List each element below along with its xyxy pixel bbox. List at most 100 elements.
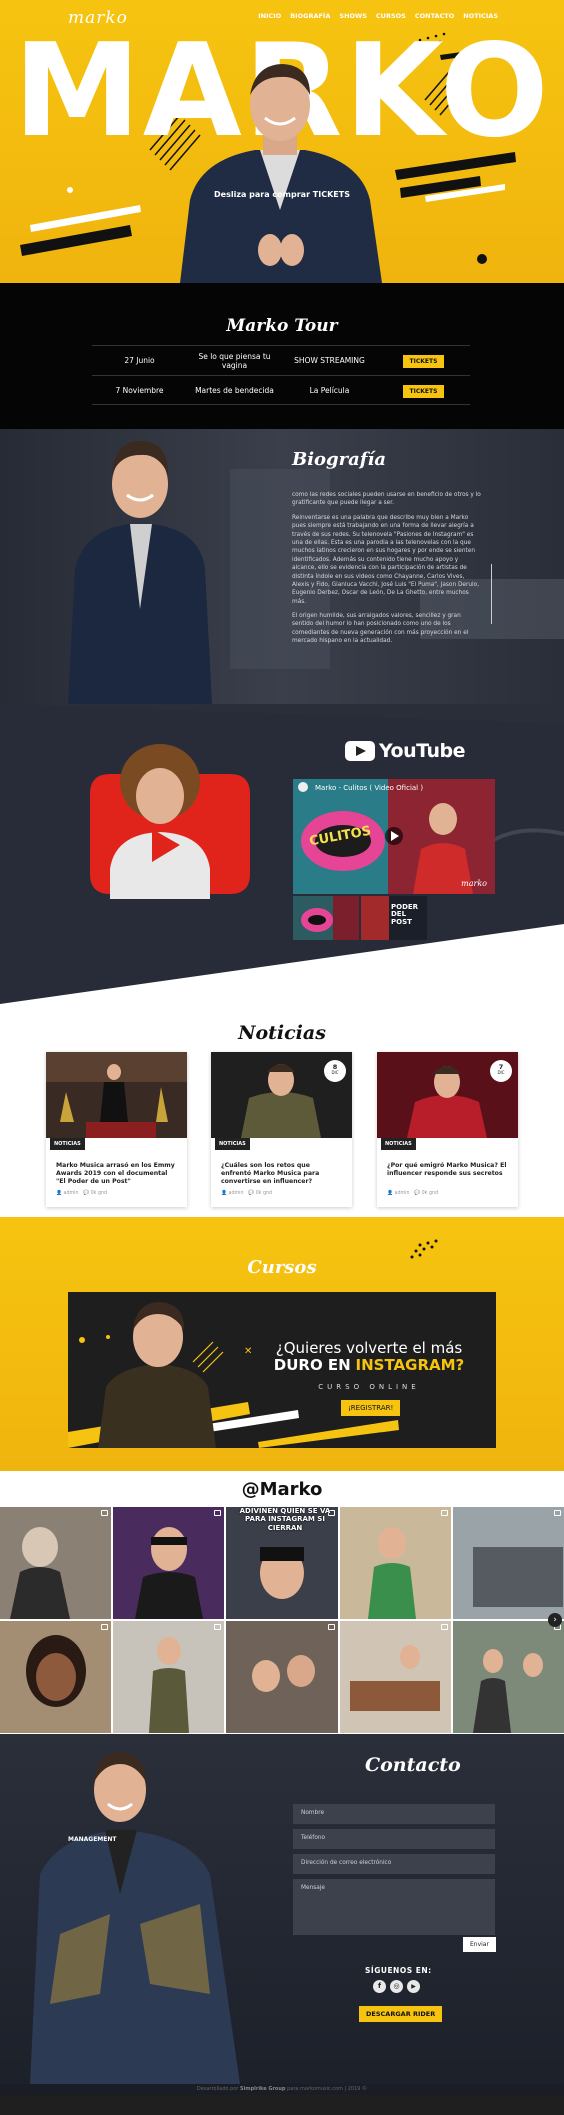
bio-paragraph: como las redes sociales pueden usarse en…	[292, 492, 481, 507]
video-icon	[553, 1510, 561, 1516]
news-date: 8 DIC	[324, 1060, 346, 1082]
video-player[interactable]: Marko - Culitos ( Video Oficial ) CULITO…	[293, 779, 495, 894]
tour-section: Marko Tour 27 Junio Se lo que piensa tu …	[0, 283, 564, 429]
tour-show: Martes de bendecida	[195, 385, 274, 395]
news-headline[interactable]: ¿Cuáles son los retos que enfrentó Marko…	[221, 1162, 341, 1186]
register-button[interactable]: ¡REGISTRAR!	[341, 1400, 401, 1416]
download-rider-button[interactable]: DESCARGAR RIDER	[359, 2006, 443, 2022]
bio-text: como las redes sociales pueden usarse en…	[292, 491, 482, 652]
phone-field[interactable]: Teléfono	[293, 1829, 495, 1849]
news-image	[46, 1052, 187, 1138]
youtube-logo[interactable]: YouTube	[345, 740, 465, 762]
news-month: DIC	[497, 1070, 505, 1076]
instagram-post[interactable]	[226, 1621, 338, 1733]
footer-text-pre: Desarrollado por	[196, 2086, 239, 2092]
tour-show: Se lo que piensa tu vagina	[198, 351, 271, 370]
news-author[interactable]: admin	[395, 1191, 410, 1196]
hero-person-photo	[180, 64, 382, 283]
tour-date: 7 Noviembre	[115, 385, 164, 395]
youtube-play-icon	[345, 741, 375, 761]
instagram-post[interactable]	[0, 1507, 112, 1619]
bio-title: Biografía	[292, 449, 387, 470]
news-comments[interactable]: 0k gnd	[422, 1191, 439, 1196]
news-card[interactable]: 8 DIC NOTICIAS ¿Cuáles son los retos que …	[211, 1052, 352, 1207]
news-card[interactable]: 7 DIC NOTICIAS ¿Por qué emigró Marko Musi…	[377, 1052, 518, 1207]
instagram-caption: ADIVINEN QUIEN SE VA PARA INSTAGRAM SI C…	[239, 1507, 331, 1532]
news-meta: 👤 admin 💬 0k gnd	[56, 1191, 108, 1196]
thumb-title: PODER DEL POST	[391, 903, 419, 926]
video-icon	[214, 1510, 222, 1516]
video-thumb[interactable]: PODER DEL POST	[361, 896, 427, 940]
news-headline[interactable]: Marko Musica arrasó en los Emmy Awards 2…	[56, 1162, 176, 1186]
video-icon	[101, 1624, 109, 1630]
news-section: Noticias NOTICIAS Marko Musica arrasó en…	[0, 1004, 564, 1217]
email-field[interactable]: Dirección de correo electrónico	[293, 1854, 495, 1874]
footer-text-post: para markomusic.com | 2019 ©	[287, 2086, 368, 2092]
video-icon	[440, 1510, 448, 1516]
course-question: ¿Quieres volverte el más DURO EN INSTAGR…	[264, 1339, 474, 1375]
instagram-post[interactable]	[452, 1507, 564, 1619]
news-author[interactable]: admin	[64, 1191, 79, 1196]
footer: Desarrollado por Simplrike Group para ma…	[0, 2084, 564, 2095]
courses-section: Cursos ✕ ¿Quieres volverte el más DURO E…	[0, 1217, 564, 1471]
news-tag[interactable]: NOTICIAS	[50, 1138, 85, 1150]
video-thumb[interactable]	[293, 896, 359, 940]
tickets-button[interactable]: TICKETS	[402, 384, 445, 398]
course-question-line2: DURO EN	[273, 1356, 351, 1375]
hero-section: marko INICIO BIOGRAFÍA SHOWS CURSOS CONT…	[0, 0, 564, 283]
youtube-section: YouTube Marko - Culitos ( Video Oficial …	[0, 704, 564, 1004]
bio-divider	[491, 564, 492, 624]
message-field[interactable]: Mensaje	[293, 1879, 495, 1935]
send-button[interactable]: Enviar	[463, 1937, 496, 1952]
carousel-next-icon[interactable]: ›	[548, 1613, 562, 1627]
course-banner[interactable]: ✕ ¿Quieres volverte el más DURO EN INSTA…	[68, 1292, 496, 1448]
name-field[interactable]: Nombre	[293, 1804, 495, 1824]
news-tag[interactable]: NOTICIAS	[381, 1138, 416, 1150]
instagram-icon[interactable]: ◎	[390, 1980, 403, 1993]
news-month: DIC	[331, 1070, 339, 1076]
news-date: 7 DIC	[490, 1060, 512, 1082]
news-tag[interactable]: NOTICIAS	[215, 1138, 250, 1150]
instagram-title: @Marko	[241, 1479, 323, 1500]
bio-paragraph: El origen humilde, sus arraigados valore…	[292, 613, 469, 645]
news-card[interactable]: NOTICIAS Marko Musica arrasó en los Emmy…	[46, 1052, 187, 1207]
instagram-post[interactable]	[339, 1621, 451, 1733]
tour-title: Marko Tour	[226, 316, 338, 336]
video-icon	[101, 1510, 109, 1516]
tour-row: 7 Noviembre Martes de bendecida La Pelíc…	[92, 375, 470, 405]
news-meta: 👤 admin 💬 0k gnd	[387, 1191, 439, 1196]
instagram-post[interactable]	[339, 1507, 451, 1619]
svg-text:✕: ✕	[244, 1346, 252, 1357]
management-label: MANAGEMENT	[68, 1836, 117, 1843]
facebook-icon[interactable]: f	[373, 1980, 386, 1993]
news-comments[interactable]: 0k gnd	[91, 1191, 108, 1196]
bio-section: Biografía como las redes sociales pueden…	[0, 429, 564, 704]
instagram-post[interactable]	[452, 1621, 564, 1733]
youtube-logo-text: YouTube	[379, 740, 465, 762]
contact-section: MANAGEMENT Contacto Nombre Teléfono Dire…	[0, 1734, 564, 2095]
video-icon	[327, 1624, 335, 1630]
news-headline[interactable]: ¿Por qué emigró Marko Musica? El influen…	[387, 1162, 507, 1178]
follow-label: SÍGUENOS EN:	[365, 1966, 432, 1975]
tour-venue: La Película	[309, 385, 350, 395]
youtube-icon[interactable]: ▶	[407, 1980, 420, 1993]
instagram-post[interactable]	[113, 1507, 225, 1619]
news-comments[interactable]: 0k gnd	[256, 1191, 273, 1196]
tour-venue: SHOW STREAMING	[294, 356, 365, 365]
video-icon	[440, 1624, 448, 1630]
bio-paragraph: Reinventarse es una palabra que describe…	[292, 514, 480, 605]
thumb-image	[293, 896, 359, 940]
instagram-post[interactable]	[113, 1621, 225, 1733]
video-icon	[214, 1624, 222, 1630]
instagram-post[interactable]	[0, 1621, 112, 1733]
contact-title: Contacto	[365, 1754, 461, 1776]
course-question-line1: ¿Quieres volverte el más	[275, 1339, 463, 1357]
news-meta: 👤 admin 💬 0k gnd	[221, 1191, 273, 1196]
news-author[interactable]: admin	[229, 1191, 244, 1196]
footer-company-link[interactable]: Simplrike Group	[240, 2086, 285, 2092]
video-title: Marko - Culitos ( Video Oficial )	[315, 784, 424, 792]
hero-cta-text[interactable]: Desliza para comprar TICKETS	[0, 190, 564, 199]
tickets-button[interactable]: TICKETS	[402, 355, 445, 368]
news-title: Noticias	[238, 1022, 326, 1044]
instagram-section: @Marko ADIVINEN QUIEN SE VA PARA INSTAGR…	[0, 1471, 564, 1734]
